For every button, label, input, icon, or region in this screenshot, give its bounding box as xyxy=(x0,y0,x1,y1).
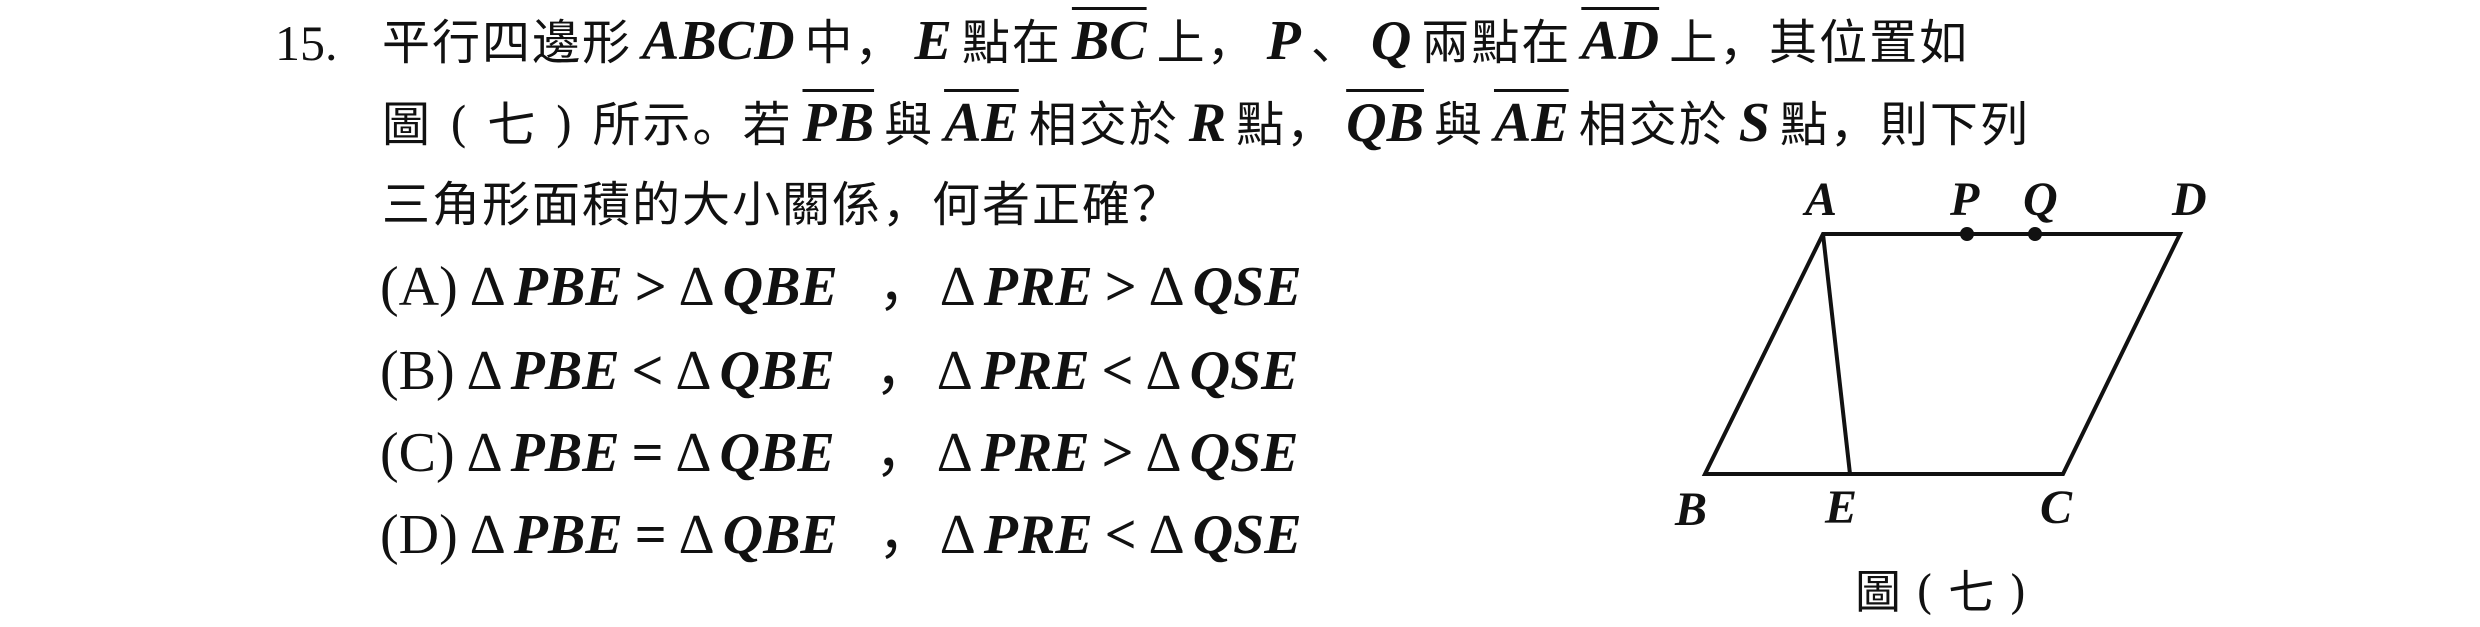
label-d: D xyxy=(2171,173,2207,226)
segment-ae-line xyxy=(1821,233,1852,475)
label-a: A xyxy=(1802,173,1837,226)
label-p: P xyxy=(1949,173,1980,226)
point-q xyxy=(2028,227,2042,241)
label-b: B xyxy=(1674,483,1707,536)
figure-caption: 圖 ( 七 ) xyxy=(1855,565,2027,619)
parallelogram-figure: A P Q D B E C 圖 ( 七 ) xyxy=(1674,173,2207,619)
parallelogram-abcd xyxy=(1701,232,2184,476)
label-c: C xyxy=(2040,481,2073,534)
label-e: E xyxy=(1824,481,1857,534)
label-q: Q xyxy=(2023,173,2058,226)
point-p xyxy=(1960,227,1974,241)
